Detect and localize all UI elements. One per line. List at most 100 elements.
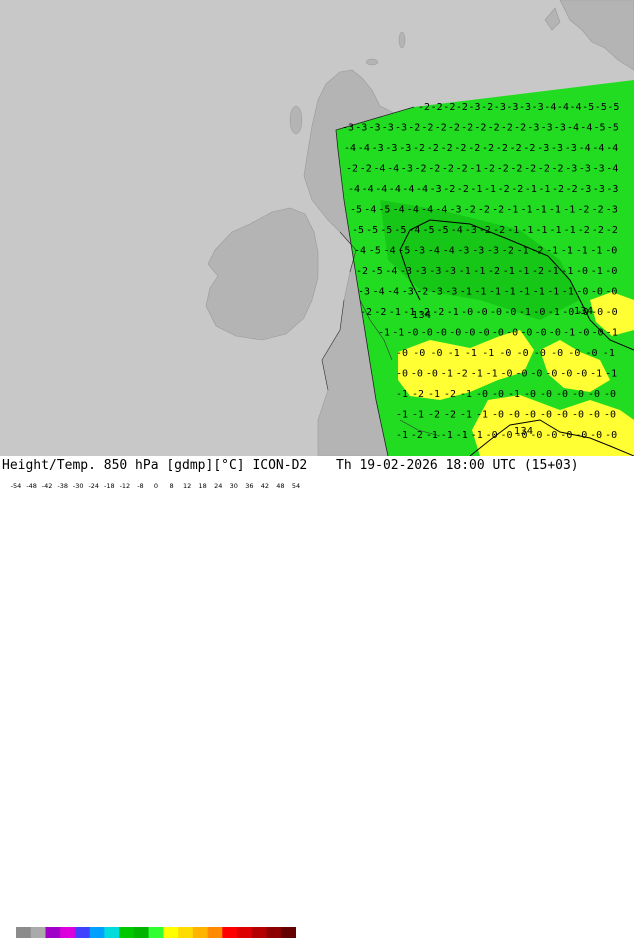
temperature-value: -0	[545, 369, 557, 380]
temperature-value: -3	[415, 266, 427, 277]
temperature-value: -3	[554, 123, 566, 134]
temperature-value: -3	[372, 143, 384, 154]
temperature-value: -0	[568, 348, 580, 359]
temperature-value: -0	[413, 348, 425, 359]
legend-swatch	[45, 927, 61, 938]
temperature-value: -0	[486, 430, 498, 441]
temperature-value: -2	[606, 225, 618, 236]
legend-swatch	[74, 927, 91, 938]
temperature-value: -0	[556, 410, 568, 421]
temperature-value: -2	[413, 143, 425, 154]
temperature-value: -1	[547, 266, 559, 277]
temperature-value: -2	[456, 102, 468, 113]
temperature-value: -3	[457, 246, 469, 257]
temperature-value: -1	[538, 184, 550, 195]
temperature-value: -2	[578, 225, 590, 236]
temperature-value: -2	[356, 266, 368, 277]
temperature-value: -1	[396, 410, 408, 421]
legend-tick-label: -12	[119, 482, 131, 490]
temperature-value: -3	[429, 266, 441, 277]
temperature-value: -3	[465, 225, 477, 236]
temperature-value: -1	[447, 307, 459, 318]
temperature-value: -3	[401, 164, 413, 175]
temperature-value: -2	[444, 410, 456, 421]
temperature-value: -1	[486, 369, 498, 380]
temperature-value: -0	[421, 328, 433, 339]
temperature-value: -0	[604, 410, 616, 421]
height-contour-label: 134	[574, 306, 593, 317]
temperature-value: -1	[476, 410, 488, 421]
temperature-value: -4	[567, 123, 579, 134]
temperature-value: -0	[492, 389, 504, 400]
temperature-value: -5	[352, 225, 364, 236]
temperature-value: -2	[493, 225, 505, 236]
temperature-value: -3	[395, 123, 407, 134]
temperature-value: -3	[593, 184, 605, 195]
temperature-value: -0	[499, 348, 511, 359]
legend-swatch	[281, 927, 296, 938]
temperature-value: -3	[444, 266, 456, 277]
legend-swatch	[60, 927, 76, 938]
temperature-value: -0	[556, 389, 568, 400]
legend-tick-label: -24	[88, 482, 100, 490]
temperature-value: -2	[496, 143, 508, 154]
legend-swatch	[163, 927, 179, 938]
temperature-value: -0	[605, 246, 617, 257]
temperature-value: -0	[560, 430, 572, 441]
temperature-value: -1	[590, 246, 602, 257]
height-contour-label: 134	[514, 426, 533, 437]
temperature-value: -2	[538, 164, 550, 175]
temperature-value: -1	[389, 307, 401, 318]
temperature-value: -2	[511, 184, 523, 195]
temperature-value: -4	[570, 102, 582, 113]
temperature-value: -1	[482, 348, 494, 359]
legend-swatch	[192, 927, 208, 938]
temperature-value: -0	[449, 328, 461, 339]
temperature-value: -2	[468, 143, 480, 154]
temperature-value: -0	[535, 328, 547, 339]
temperature-value: -5	[394, 225, 406, 236]
temperature-value: -3	[355, 123, 367, 134]
temperature-value: -2	[428, 410, 440, 421]
temperature-value: -3	[400, 266, 412, 277]
temperature-value: -1	[561, 246, 573, 257]
temperature-value: -4	[402, 184, 414, 195]
temperature-value: -0	[524, 389, 536, 400]
temperature-value: -0	[431, 348, 443, 359]
legend-tick-label: 42	[260, 482, 270, 490]
legend-swatch	[104, 927, 120, 938]
temperature-value: -0	[501, 369, 513, 380]
temperature-value: -2	[492, 205, 504, 216]
temperature-value: -2	[443, 184, 455, 195]
legend-tick-label: 0	[153, 482, 159, 490]
temperature-value: -3	[469, 102, 481, 113]
temperature-value: -0	[576, 266, 588, 277]
temperature-value: -3	[402, 287, 414, 298]
temperature-value: -0	[396, 369, 408, 380]
temperature-value: -1	[378, 328, 390, 339]
temperature-value: -1	[392, 328, 404, 339]
temperature-value: -0	[426, 369, 438, 380]
temperature-value: -1	[412, 410, 424, 421]
legend-tick-label: 18	[198, 482, 207, 490]
temperature-value: -1	[563, 205, 575, 216]
temperature-value: -4	[358, 143, 370, 154]
temperature-value: -5	[398, 246, 410, 257]
temperature-value: -5	[595, 102, 607, 113]
temperature-value: -1	[489, 287, 501, 298]
temperature-value: -5	[437, 225, 449, 236]
temperature-value: -0	[605, 287, 617, 298]
temperature-value: -3	[519, 102, 531, 113]
temperature-value: -1	[548, 307, 560, 318]
temperature-value: -4	[375, 184, 387, 195]
temperature-value: -3	[551, 143, 563, 154]
legend-tick-label: -30	[72, 482, 84, 490]
temperature-value: -0	[407, 328, 419, 339]
legend-swatch	[133, 927, 150, 938]
legend-tick-label: -54	[10, 482, 22, 490]
map-footer: Height/Temp. 850 hPa [gdmp][°C] ICON-D2 …	[0, 456, 634, 938]
temperature-value: -2	[427, 143, 439, 154]
temperature-value: -1	[441, 369, 453, 380]
temperature-value: -0	[411, 369, 423, 380]
shetland-island	[398, 31, 406, 49]
